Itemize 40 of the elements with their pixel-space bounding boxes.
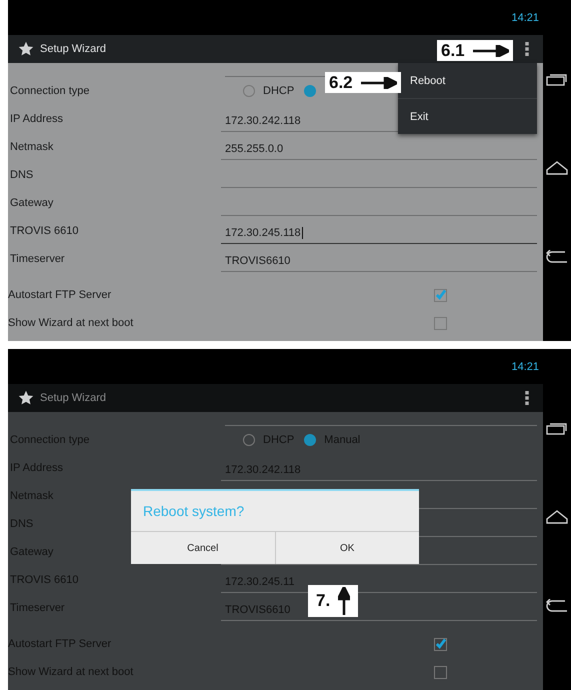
checkbox[interactable] xyxy=(434,638,447,650)
field-label: DNS xyxy=(10,169,34,181)
star-icon xyxy=(18,41,34,57)
step-number: 6.2 xyxy=(329,72,353,92)
checkbox[interactable] xyxy=(434,666,447,678)
input-field[interactable]: 255.255.0.0 xyxy=(221,138,537,160)
back-icon[interactable] xyxy=(546,250,568,264)
app-title: Setup Wizard xyxy=(40,43,106,55)
field-label: Timeserver xyxy=(10,253,65,265)
radio-button[interactable] xyxy=(304,434,316,446)
field-label: IP Address xyxy=(10,113,63,125)
checkbox-label: Autostart FTP Server xyxy=(8,289,112,301)
recent-apps-icon[interactable] xyxy=(546,72,568,86)
step-number: 6.1 xyxy=(441,40,465,60)
overflow-menu-icon[interactable] xyxy=(525,391,529,405)
checkbox[interactable] xyxy=(434,288,447,302)
field-label: Gateway xyxy=(10,197,54,209)
overflow-menu-icon[interactable] xyxy=(525,42,529,56)
app-title: Setup Wizard xyxy=(40,392,106,404)
field-label: Connection type xyxy=(10,85,90,97)
field-label: Netmask xyxy=(10,141,54,153)
field-label: TROVIS 6610 xyxy=(10,225,78,237)
arrow-up-icon xyxy=(338,587,350,615)
clock-time: 14:21 xyxy=(511,360,539,372)
radio-label: DHCP xyxy=(263,85,294,97)
arrow-right-icon xyxy=(472,44,509,56)
checkbox[interactable] xyxy=(434,316,447,330)
home-icon[interactable] xyxy=(546,160,568,175)
input-field[interactable]: TROVIS6610 xyxy=(221,250,537,272)
checkbox-label: Show Wizard at next boot xyxy=(8,317,134,329)
radio-button[interactable] xyxy=(243,434,255,446)
input-field[interactable]: 172.30.245.118 xyxy=(221,222,537,244)
radio-button[interactable] xyxy=(304,85,316,97)
clock-time: 14:21 xyxy=(511,12,539,24)
star-icon xyxy=(18,390,34,406)
back-icon[interactable] xyxy=(546,598,568,613)
home-icon[interactable] xyxy=(546,510,568,524)
radio-button[interactable] xyxy=(243,85,255,97)
arrow-right-icon xyxy=(360,76,397,88)
recent-apps-icon[interactable] xyxy=(546,421,568,436)
